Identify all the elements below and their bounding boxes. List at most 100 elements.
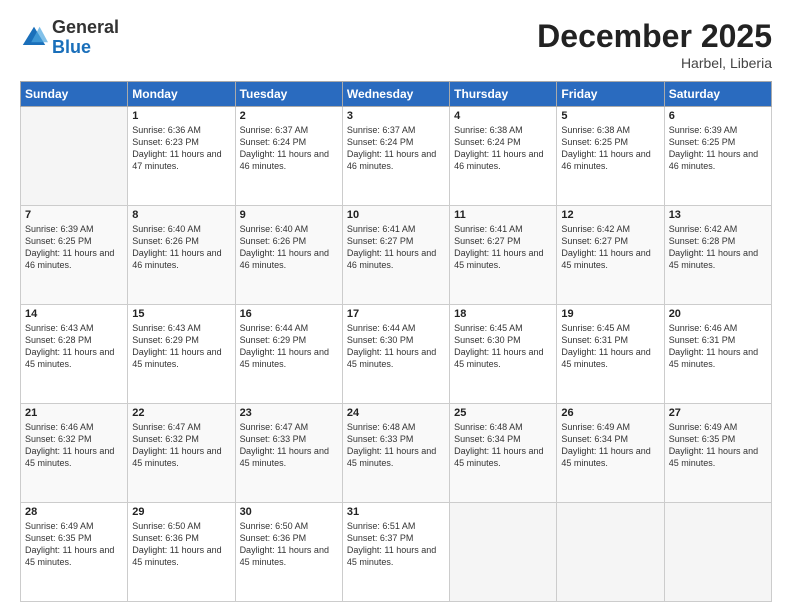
day-info: Sunrise: 6:45 AMSunset: 6:31 PMDaylight:… bbox=[561, 322, 659, 371]
day-number: 31 bbox=[347, 506, 445, 518]
day-number: 26 bbox=[561, 407, 659, 419]
day-number: 28 bbox=[25, 506, 123, 518]
calendar-week-row: 14 Sunrise: 6:43 AMSunset: 6:28 PMDayligh… bbox=[21, 305, 772, 404]
day-number: 15 bbox=[132, 308, 230, 320]
day-info: Sunrise: 6:43 AMSunset: 6:28 PMDaylight:… bbox=[25, 322, 123, 371]
table-row: 22Sunrise: 6:47 AMSunset: 6:32 PMDayligh… bbox=[128, 404, 235, 503]
table-row bbox=[557, 503, 664, 602]
col-thursday: Thursday bbox=[450, 82, 557, 107]
table-row: 16 Sunrise: 6:44 AMSunset: 6:29 PMDayligh… bbox=[235, 305, 342, 404]
calendar-subtitle: Harbel, Liberia bbox=[537, 55, 772, 71]
logo-blue-text: Blue bbox=[52, 38, 119, 58]
page: General Blue December 2025 Harbel, Liber… bbox=[0, 0, 792, 612]
day-info: Sunrise: 6:44 AMSunset: 6:30 PMDaylight:… bbox=[347, 322, 445, 371]
table-row: 23 Sunrise: 6:47 AMSunset: 6:33 PMDayligh… bbox=[235, 404, 342, 503]
day-number: 22 bbox=[132, 407, 230, 419]
table-row: 5 Sunrise: 6:38 AMSunset: 6:25 PMDaylight… bbox=[557, 107, 664, 206]
day-info: Sunrise: 6:48 AMSunset: 6:34 PMDaylight:… bbox=[454, 421, 552, 470]
day-info: Sunrise: 6:43 AMSunset: 6:29 PMDaylight:… bbox=[132, 322, 230, 371]
col-sunday: Sunday bbox=[21, 82, 128, 107]
day-number: 10 bbox=[347, 209, 445, 221]
table-row: 12 Sunrise: 6:42 AMSunset: 6:27 PMDayligh… bbox=[557, 206, 664, 305]
table-row bbox=[450, 503, 557, 602]
day-info: Sunrise: 6:47 AMSunset: 6:33 PMDaylight:… bbox=[240, 421, 338, 470]
day-number: 16 bbox=[240, 308, 338, 320]
table-row bbox=[664, 503, 771, 602]
day-info: Sunrise: 6:38 AMSunset: 6:24 PMDaylight:… bbox=[454, 124, 552, 173]
calendar-table: Sunday Monday Tuesday Wednesday Thursday… bbox=[20, 81, 772, 602]
day-number: 8 bbox=[132, 209, 230, 221]
table-row: 2Sunrise: 6:37 AMSunset: 6:24 PMDaylight… bbox=[235, 107, 342, 206]
col-wednesday: Wednesday bbox=[342, 82, 449, 107]
table-row: 14 Sunrise: 6:43 AMSunset: 6:28 PMDayligh… bbox=[21, 305, 128, 404]
day-info: Sunrise: 6:46 AMSunset: 6:32 PMDaylight:… bbox=[25, 421, 123, 470]
day-number: 19 bbox=[561, 308, 659, 320]
day-info: Sunrise: 6:48 AMSunset: 6:33 PMDaylight:… bbox=[347, 421, 445, 470]
day-number: 5 bbox=[561, 110, 659, 122]
table-row: 19 Sunrise: 6:45 AMSunset: 6:31 PMDayligh… bbox=[557, 305, 664, 404]
day-number: 20 bbox=[669, 308, 767, 320]
day-number: 25 bbox=[454, 407, 552, 419]
day-info: Sunrise: 6:44 AMSunset: 6:29 PMDaylight:… bbox=[240, 322, 338, 371]
calendar-week-row: 28 Sunrise: 6:49 AMSunset: 6:35 PMDayligh… bbox=[21, 503, 772, 602]
table-row: 8 Sunrise: 6:40 AMSunset: 6:26 PMDaylight… bbox=[128, 206, 235, 305]
calendar-week-row: 7Sunrise: 6:39 AMSunset: 6:25 PMDaylight… bbox=[21, 206, 772, 305]
day-info: Sunrise: 6:40 AMSunset: 6:26 PMDaylight:… bbox=[240, 223, 338, 272]
table-row: 27 Sunrise: 6:49 AMSunset: 6:35 PMDayligh… bbox=[664, 404, 771, 503]
table-row: 25 Sunrise: 6:48 AMSunset: 6:34 PMDayligh… bbox=[450, 404, 557, 503]
day-number: 4 bbox=[454, 110, 552, 122]
table-row: 28 Sunrise: 6:49 AMSunset: 6:35 PMDayligh… bbox=[21, 503, 128, 602]
calendar-header-row: Sunday Monday Tuesday Wednesday Thursday… bbox=[21, 82, 772, 107]
day-number: 30 bbox=[240, 506, 338, 518]
day-number: 9 bbox=[240, 209, 338, 221]
day-number: 27 bbox=[669, 407, 767, 419]
day-info: Sunrise: 6:41 AMSunset: 6:27 PMDaylight:… bbox=[347, 223, 445, 272]
col-tuesday: Tuesday bbox=[235, 82, 342, 107]
table-row: 15 Sunrise: 6:43 AMSunset: 6:29 PMDayligh… bbox=[128, 305, 235, 404]
day-number: 23 bbox=[240, 407, 338, 419]
day-number: 14 bbox=[25, 308, 123, 320]
day-info: Sunrise: 6:39 AMSunset: 6:25 PMDaylight:… bbox=[669, 124, 767, 173]
day-number: 1 bbox=[132, 110, 230, 122]
day-number: 7 bbox=[25, 209, 123, 221]
table-row: 31 Sunrise: 6:51 AMSunset: 6:37 PMDayligh… bbox=[342, 503, 449, 602]
col-monday: Monday bbox=[128, 82, 235, 107]
table-row: 21Sunrise: 6:46 AMSunset: 6:32 PMDayligh… bbox=[21, 404, 128, 503]
day-info: Sunrise: 6:49 AMSunset: 6:35 PMDaylight:… bbox=[25, 520, 123, 569]
table-row: 13 Sunrise: 6:42 AMSunset: 6:28 PMDayligh… bbox=[664, 206, 771, 305]
calendar-week-row: 1 Sunrise: 6:36 AMSunset: 6:23 PMDaylight… bbox=[21, 107, 772, 206]
day-info: Sunrise: 6:42 AMSunset: 6:28 PMDaylight:… bbox=[669, 223, 767, 272]
day-number: 13 bbox=[669, 209, 767, 221]
day-info: Sunrise: 6:42 AMSunset: 6:27 PMDaylight:… bbox=[561, 223, 659, 272]
day-number: 2 bbox=[240, 110, 338, 122]
table-row: 9 Sunrise: 6:40 AMSunset: 6:26 PMDaylight… bbox=[235, 206, 342, 305]
day-number: 6 bbox=[669, 110, 767, 122]
day-info: Sunrise: 6:40 AMSunset: 6:26 PMDaylight:… bbox=[132, 223, 230, 272]
table-row bbox=[21, 107, 128, 206]
day-info: Sunrise: 6:50 AMSunset: 6:36 PMDaylight:… bbox=[240, 520, 338, 569]
day-info: Sunrise: 6:46 AMSunset: 6:31 PMDaylight:… bbox=[669, 322, 767, 371]
day-info: Sunrise: 6:36 AMSunset: 6:23 PMDaylight:… bbox=[132, 124, 230, 173]
table-row: 29Sunrise: 6:50 AMSunset: 6:36 PMDayligh… bbox=[128, 503, 235, 602]
day-info: Sunrise: 6:49 AMSunset: 6:35 PMDaylight:… bbox=[669, 421, 767, 470]
table-row: 1 Sunrise: 6:36 AMSunset: 6:23 PMDaylight… bbox=[128, 107, 235, 206]
table-row: 24Sunrise: 6:48 AMSunset: 6:33 PMDayligh… bbox=[342, 404, 449, 503]
day-number: 17 bbox=[347, 308, 445, 320]
day-number: 11 bbox=[454, 209, 552, 221]
day-info: Sunrise: 6:38 AMSunset: 6:25 PMDaylight:… bbox=[561, 124, 659, 173]
day-info: Sunrise: 6:49 AMSunset: 6:34 PMDaylight:… bbox=[561, 421, 659, 470]
day-info: Sunrise: 6:50 AMSunset: 6:36 PMDaylight:… bbox=[132, 520, 230, 569]
day-number: 12 bbox=[561, 209, 659, 221]
table-row: 26 Sunrise: 6:49 AMSunset: 6:34 PMDayligh… bbox=[557, 404, 664, 503]
table-row: 4 Sunrise: 6:38 AMSunset: 6:24 PMDaylight… bbox=[450, 107, 557, 206]
day-info: Sunrise: 6:51 AMSunset: 6:37 PMDaylight:… bbox=[347, 520, 445, 569]
day-info: Sunrise: 6:41 AMSunset: 6:27 PMDaylight:… bbox=[454, 223, 552, 272]
table-row: 18Sunrise: 6:45 AMSunset: 6:30 PMDayligh… bbox=[450, 305, 557, 404]
title-block: December 2025 Harbel, Liberia bbox=[537, 18, 772, 71]
day-info: Sunrise: 6:37 AMSunset: 6:24 PMDaylight:… bbox=[347, 124, 445, 173]
logo-text: General Blue bbox=[52, 18, 119, 58]
table-row: 10 Sunrise: 6:41 AMSunset: 6:27 PMDayligh… bbox=[342, 206, 449, 305]
day-number: 3 bbox=[347, 110, 445, 122]
logo: General Blue bbox=[20, 18, 119, 58]
table-row: 3 Sunrise: 6:37 AMSunset: 6:24 PMDaylight… bbox=[342, 107, 449, 206]
